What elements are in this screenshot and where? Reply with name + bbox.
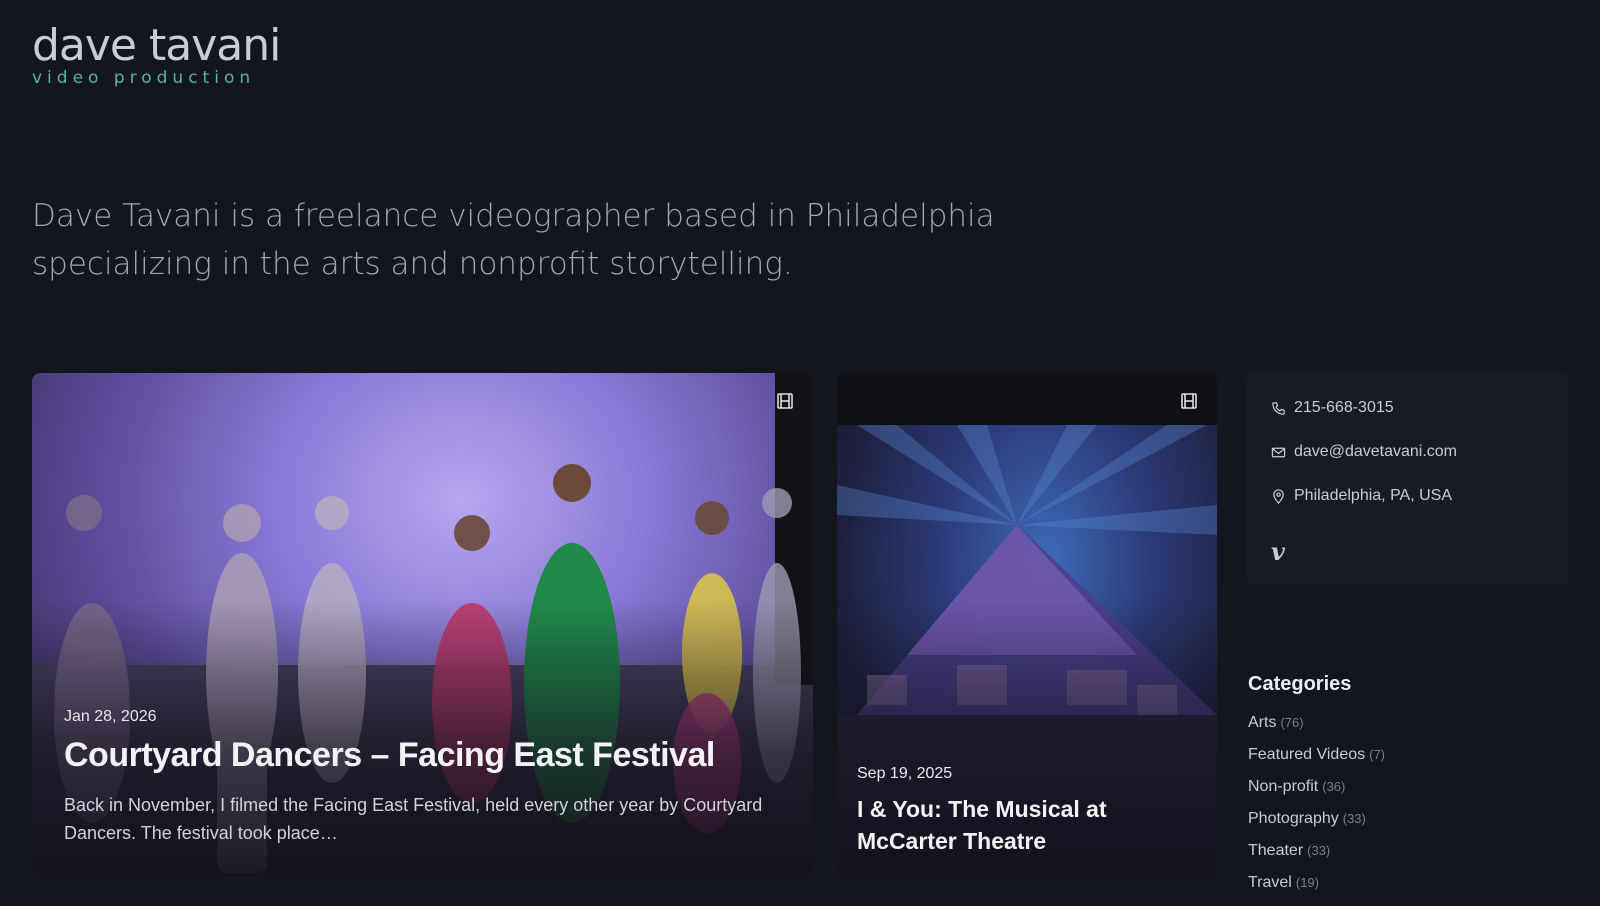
category-item: Arts (76) bbox=[1248, 714, 1385, 746]
category-count: (33) bbox=[1342, 811, 1366, 826]
location-text: Philadelphia, PA, USA bbox=[1294, 487, 1453, 504]
category-count: (76) bbox=[1280, 715, 1304, 730]
post-title[interactable]: Courtyard Dancers – Facing East Festival bbox=[64, 736, 781, 775]
category-count: (33) bbox=[1307, 843, 1331, 858]
post-date: Jan 28, 2026 bbox=[64, 708, 157, 725]
email-link[interactable]: dave@davetavani.com bbox=[1271, 443, 1457, 461]
category-item: Travel (19) bbox=[1248, 874, 1385, 906]
email-address: dave@davetavani.com bbox=[1294, 443, 1457, 460]
category-item: Non-profit (36) bbox=[1248, 778, 1385, 810]
categories-title: Categories bbox=[1248, 673, 1352, 695]
category-count: (36) bbox=[1322, 779, 1346, 794]
post-card-i-and-you[interactable]: Sep 19, 2025 I & You: The Musical at McC… bbox=[837, 373, 1217, 877]
category-item: Theater (33) bbox=[1248, 842, 1385, 874]
logo-name: dave tavani bbox=[32, 20, 281, 71]
category-link[interactable]: Travel bbox=[1248, 874, 1292, 891]
category-link[interactable]: Featured Videos bbox=[1248, 746, 1365, 763]
category-link[interactable]: Non-profit bbox=[1248, 778, 1318, 795]
film-icon bbox=[771, 387, 799, 415]
site-logo[interactable]: dave tavani video production bbox=[32, 20, 281, 89]
phone-number: 215-668-3015 bbox=[1294, 399, 1394, 416]
intro-text: Dave Tavani is a freelance videographer … bbox=[32, 198, 995, 282]
phone-icon bbox=[1272, 401, 1285, 415]
post-excerpt: Back in November, I filmed the Facing Ea… bbox=[64, 795, 763, 843]
post-title[interactable]: I & You: The Musical at McCarter Theatre bbox=[857, 793, 1197, 857]
post-card-courtyard-dancers[interactable]: Jan 28, 2026 Courtyard Dancers – Facing … bbox=[32, 373, 813, 877]
phone-link[interactable]: 215-668-3015 bbox=[1271, 399, 1394, 417]
vimeo-icon[interactable]: v bbox=[1271, 537, 1285, 566]
category-count: (19) bbox=[1295, 875, 1319, 890]
post-date: Sep 19, 2025 bbox=[857, 765, 953, 782]
category-count: (7) bbox=[1369, 747, 1386, 762]
category-item: Featured Videos (7) bbox=[1248, 746, 1385, 778]
category-link[interactable]: Photography bbox=[1248, 810, 1339, 827]
mail-icon bbox=[1271, 447, 1286, 457]
contact-panel: 215-668-3015 dave@davetavani.com Philade… bbox=[1247, 373, 1568, 584]
category-link[interactable]: Theater bbox=[1248, 842, 1303, 859]
film-icon bbox=[1175, 387, 1203, 415]
map-pin-icon bbox=[1273, 488, 1284, 504]
category-link[interactable]: Arts bbox=[1248, 714, 1276, 731]
logo-tagline: video production bbox=[32, 68, 256, 89]
location-row: Philadelphia, PA, USA bbox=[1271, 487, 1452, 505]
category-item: Photography (33) bbox=[1248, 810, 1385, 842]
categories-widget: Categories Arts (76) Featured Videos (7) N… bbox=[1248, 673, 1385, 906]
